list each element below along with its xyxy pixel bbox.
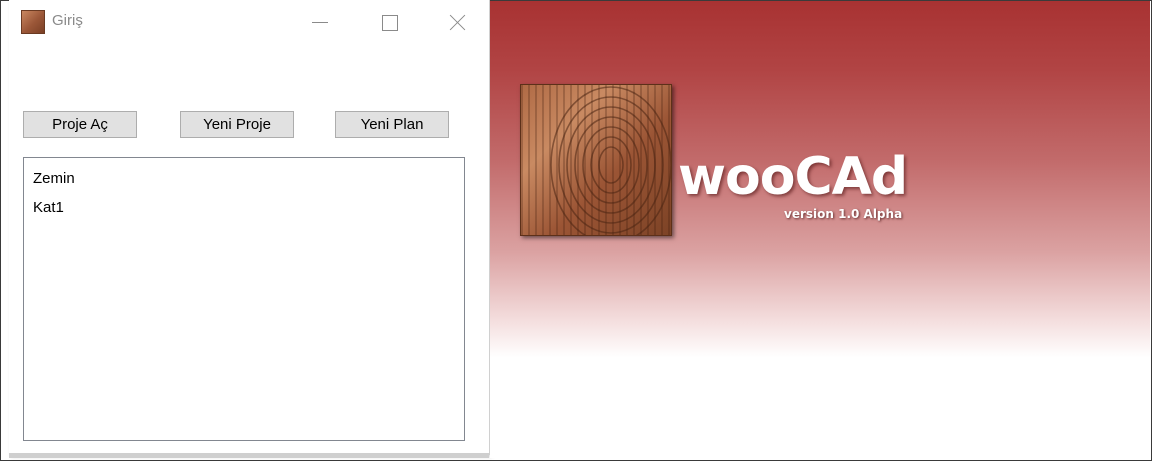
splash-panel: wooCAd version 1.0 Alpha (490, 1, 1150, 458)
app-icon (21, 10, 45, 34)
list-item[interactable]: Zemin (24, 164, 464, 193)
new-project-button[interactable]: Yeni Proje (180, 111, 294, 138)
window-title: Giriş (52, 12, 83, 29)
login-dialog: Giriş Proje Aç Yeni Proje Yeni Plan Zemi… (9, 0, 490, 455)
open-project-button[interactable]: Proje Aç (23, 111, 137, 138)
plan-list[interactable]: Zemin Kat1 (23, 157, 465, 441)
close-icon[interactable] (437, 6, 477, 36)
brand-title: wooCAd (678, 147, 908, 207)
new-plan-button[interactable]: Yeni Plan (335, 111, 449, 138)
version-label: version 1.0 Alpha (784, 207, 903, 221)
maximize-icon[interactable] (369, 6, 409, 36)
title-bar: Giriş (9, 0, 489, 44)
minimize-icon[interactable] (299, 6, 339, 36)
fingerprint-logo-icon (520, 84, 672, 236)
dialog-bottom-edge (9, 453, 489, 458)
list-item[interactable]: Kat1 (24, 193, 464, 222)
